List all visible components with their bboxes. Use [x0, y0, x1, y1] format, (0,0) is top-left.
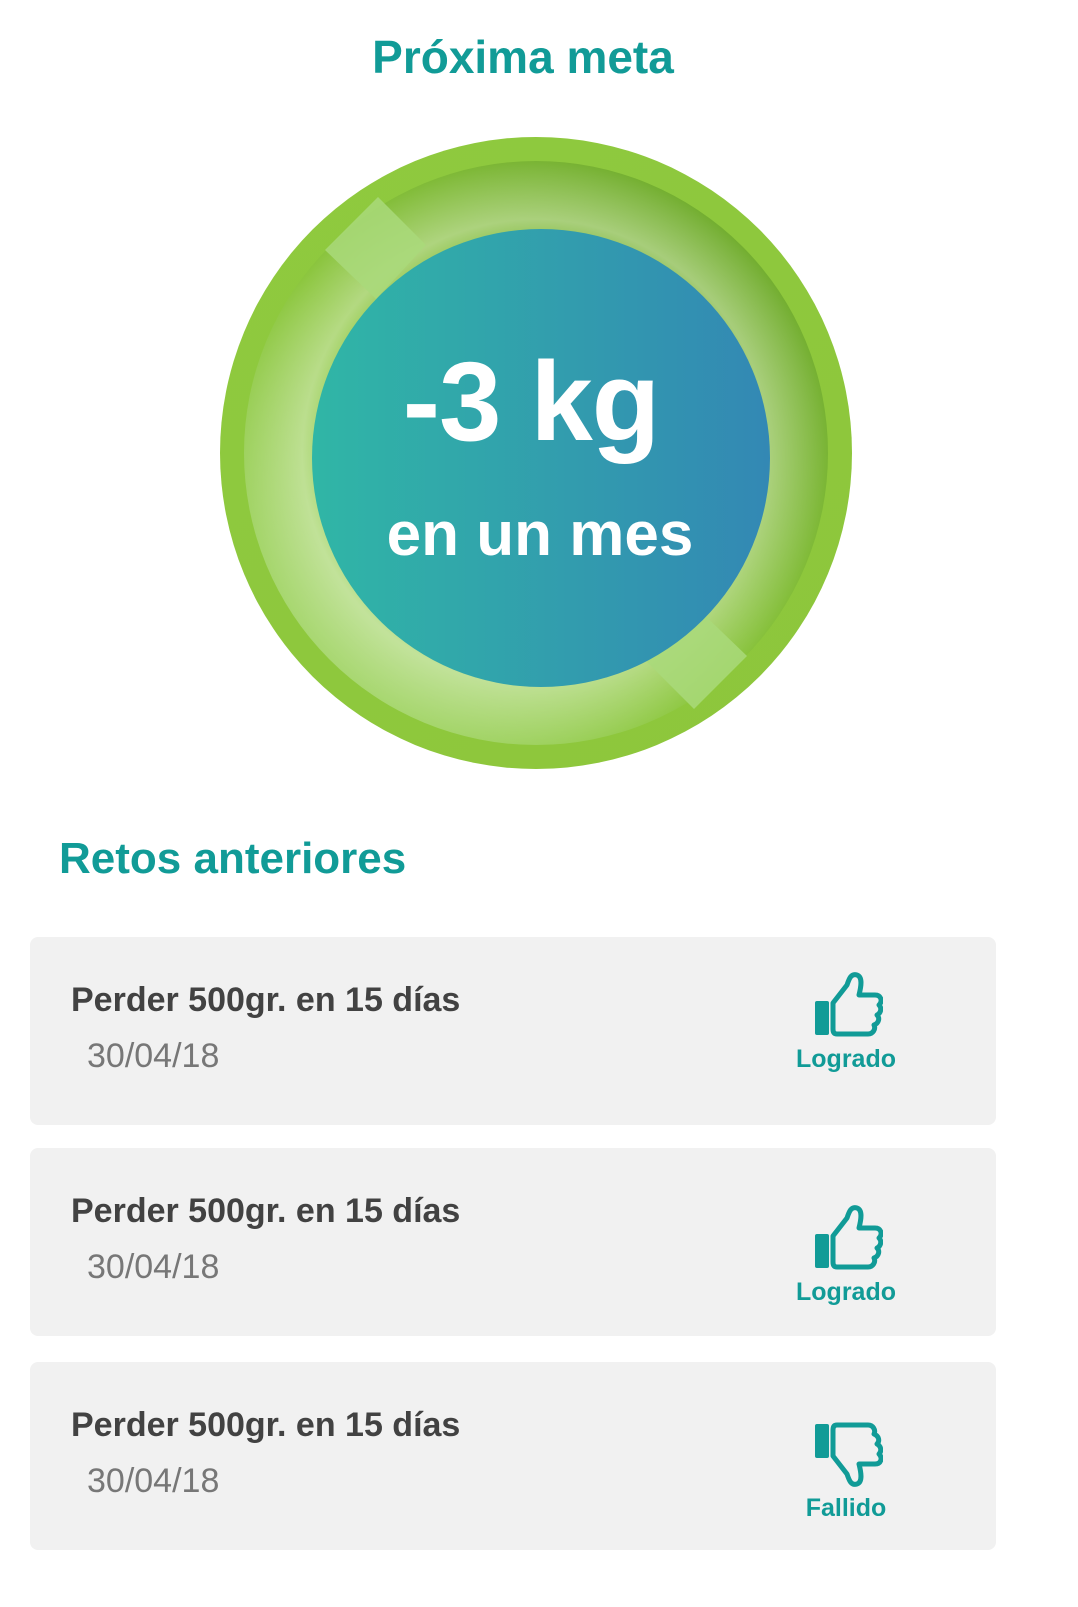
page-title: Próxima meta [372, 31, 674, 83]
goal-period: en un mes [386, 500, 694, 569]
challenge-title: Perder 500gr. en 15 días [71, 981, 461, 1019]
challenge-date: 30/04/18 [87, 1037, 220, 1075]
challenge-date: 30/04/18 [87, 1462, 220, 1500]
challenge-card[interactable]: Perder 500gr. en 15 días 30/04/18 Lograd… [30, 937, 996, 1125]
challenge-title: Perder 500gr. en 15 días [71, 1192, 461, 1230]
challenge-card[interactable]: Perder 500gr. en 15 días 30/04/18 Lograd… [30, 1148, 996, 1336]
status-label: Logrado [796, 1045, 896, 1073]
challenge-status: Fallido [780, 1420, 912, 1540]
challenge-status: Logrado [780, 971, 912, 1091]
thumbs-down-icon [815, 1422, 883, 1487]
status-label: Fallido [805, 1494, 887, 1522]
challenge-card[interactable]: Perder 500gr. en 15 días 30/04/18 Fallid… [30, 1362, 996, 1550]
thumbs-up-icon [815, 1205, 883, 1270]
goal-circle: -3 kg en un mes [220, 137, 852, 769]
section-title: Retos anteriores [59, 834, 407, 883]
challenge-status: Logrado [780, 1204, 912, 1324]
status-label: Logrado [796, 1278, 896, 1306]
thumbs-up-icon [815, 972, 883, 1037]
goal-amount: -3 kg [402, 339, 660, 464]
challenge-title: Perder 500gr. en 15 días [71, 1406, 461, 1444]
challenge-date: 30/04/18 [87, 1248, 220, 1286]
